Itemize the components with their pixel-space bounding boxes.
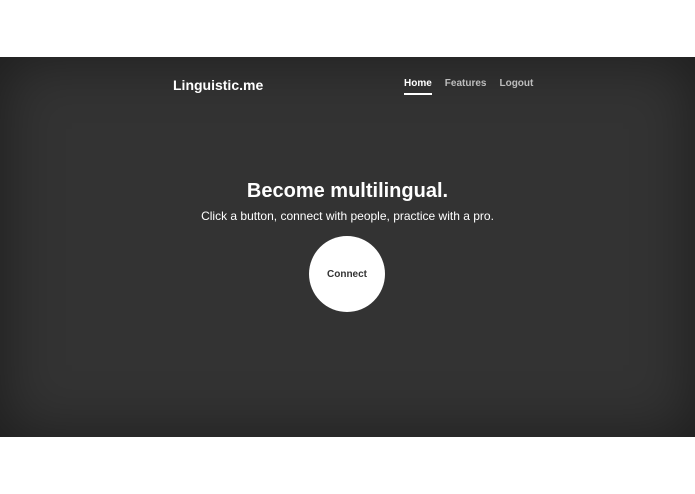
connect-button[interactable]: Connect [309,236,385,312]
nav-item-home[interactable]: Home [404,78,432,95]
hero-headline: Become multilingual. [246,180,449,202]
hero-subline: Click a button, connect with people, pra… [201,209,494,223]
nav-item-logout[interactable]: Logout [499,78,533,95]
brand-logo[interactable]: Linguistic.me [173,77,263,93]
main-nav: Home Features Logout [404,78,533,95]
nav-item-features[interactable]: Features [445,78,487,95]
page: Linguistic.me Home Features Logout Becom… [0,0,695,494]
hero-section: Linguistic.me Home Features Logout Becom… [0,57,695,437]
